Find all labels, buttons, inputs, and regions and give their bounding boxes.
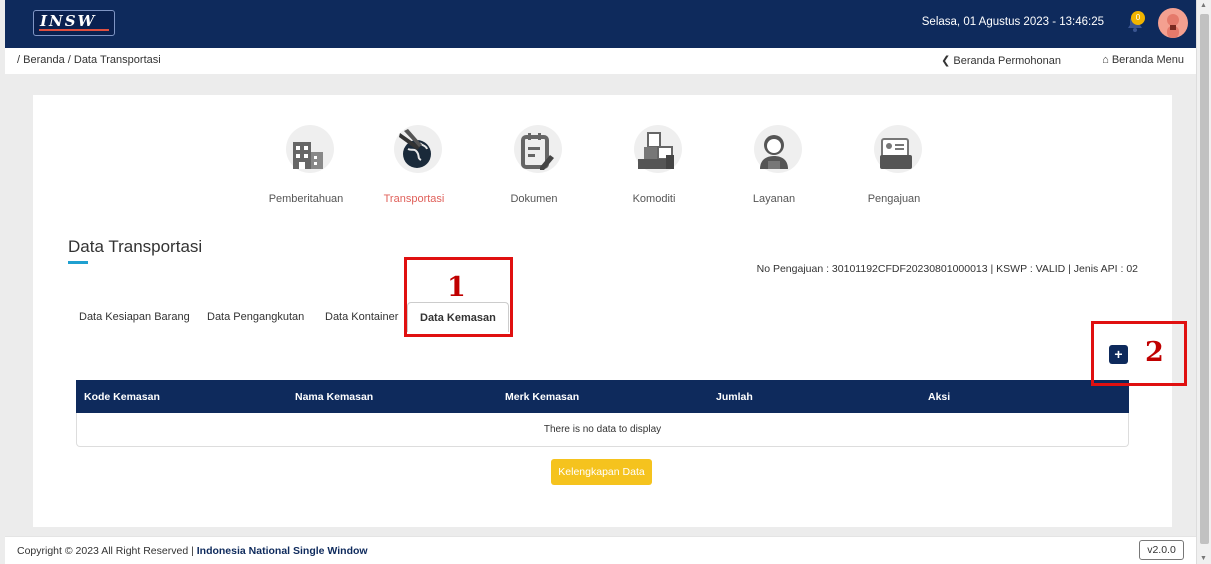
insw-logo[interactable]: INSW bbox=[33, 10, 115, 36]
column-header[interactable]: Nama Kemasan bbox=[295, 391, 373, 403]
title-underline bbox=[68, 261, 88, 264]
column-header[interactable]: Merk Kemasan bbox=[505, 391, 579, 403]
step-pemberitahuan[interactable]: Pemberitahuan bbox=[251, 125, 361, 205]
logo-underline bbox=[39, 29, 109, 31]
tab-data-kesiapan-barang[interactable]: Data Kesiapan Barang bbox=[79, 302, 190, 332]
kelengkapan-data-button[interactable]: Kelengkapan Data bbox=[551, 459, 652, 485]
version-badge: v2.0.0 bbox=[1139, 540, 1184, 560]
step-label: Transportasi bbox=[383, 193, 445, 205]
step-label: Pemberitahuan bbox=[268, 193, 344, 205]
copyright-label: Copyright © 2023 All Right Reserved | bbox=[17, 545, 194, 557]
submission-meta: No Pengajuan : 30101192CFDF2023080100001… bbox=[756, 263, 1138, 275]
step-label: Komoditi bbox=[632, 193, 676, 205]
scroll-up-icon[interactable]: ▲ bbox=[1200, 2, 1207, 9]
step-pengajuan[interactable]: Pengajuan bbox=[839, 125, 949, 205]
step-label: Dokumen bbox=[510, 193, 558, 205]
column-header[interactable]: Kode Kemasan bbox=[84, 391, 160, 403]
annotation-number-2: 2 bbox=[1145, 337, 1164, 368]
notification-count-badge: 0 bbox=[1131, 11, 1145, 25]
step-layanan[interactable]: Layanan bbox=[719, 125, 829, 205]
step-komoditi[interactable]: Komoditi bbox=[599, 125, 709, 205]
notification-bell-icon[interactable]: 0 bbox=[1124, 11, 1146, 34]
content-card: Pemberitahuan Transportasi Dokumen Komod… bbox=[33, 95, 1172, 527]
building-icon bbox=[276, 125, 336, 185]
user-avatar[interactable] bbox=[1158, 8, 1188, 38]
table-empty-message: There is no data to display bbox=[76, 413, 1129, 447]
folder-card-icon bbox=[864, 125, 924, 185]
column-header[interactable]: Jumlah bbox=[716, 391, 753, 403]
tab-data-kontainer[interactable]: Data Kontainer bbox=[325, 302, 398, 332]
breadcrumb-bar: / Beranda / Data Transportasi ❮ Beranda … bbox=[5, 48, 1196, 74]
page-title: Data Transportasi bbox=[68, 237, 203, 256]
annotation-box-2 bbox=[1091, 321, 1187, 386]
document-edit-icon bbox=[504, 125, 564, 185]
customer-service-icon bbox=[744, 125, 804, 185]
airplane-globe-icon bbox=[384, 125, 444, 185]
step-label: Layanan bbox=[752, 193, 796, 205]
step-navigation: Pemberitahuan Transportasi Dokumen Komod… bbox=[33, 125, 1172, 215]
datetime-display: Selasa, 01 Agustus 2023 - 13:46:25 bbox=[921, 16, 1104, 28]
annotation-number-1: 1 bbox=[447, 272, 466, 303]
logo-text: INSW bbox=[40, 12, 97, 30]
breadcrumb[interactable]: / Beranda / Data Transportasi bbox=[17, 54, 161, 66]
boxes-icon bbox=[624, 125, 684, 185]
scroll-thumb[interactable] bbox=[1200, 14, 1209, 544]
beranda-menu-link[interactable]: ⌂ Beranda Menu bbox=[1102, 54, 1184, 66]
step-dokumen[interactable]: Dokumen bbox=[479, 125, 589, 205]
step-label: Pengajuan bbox=[867, 193, 921, 205]
tab-data-pengangkutan[interactable]: Data Pengangkutan bbox=[207, 302, 304, 332]
top-bar: INSW Selasa, 01 Agustus 2023 - 13:46:25 … bbox=[5, 0, 1196, 48]
page-scrollbar[interactable]: ▲ ▼ bbox=[1196, 0, 1211, 564]
column-header: Aksi bbox=[928, 391, 951, 403]
kemasan-table: Kode Kemasan Nama Kemasan Merk Kemasan J… bbox=[76, 380, 1129, 447]
table-header: Kode Kemasan Nama Kemasan Merk Kemasan J… bbox=[76, 380, 1129, 413]
step-transportasi[interactable]: Transportasi bbox=[359, 125, 469, 205]
copyright-text: Copyright © 2023 All Right Reserved | In… bbox=[17, 545, 368, 557]
copyright-brand: Indonesia National Single Window bbox=[196, 545, 368, 557]
beranda-permohonan-link[interactable]: ❮ Beranda Permohonan bbox=[941, 54, 1061, 67]
scroll-down-icon[interactable]: ▼ bbox=[1200, 555, 1207, 562]
footer: Copyright © 2023 All Right Reserved | In… bbox=[5, 536, 1196, 564]
